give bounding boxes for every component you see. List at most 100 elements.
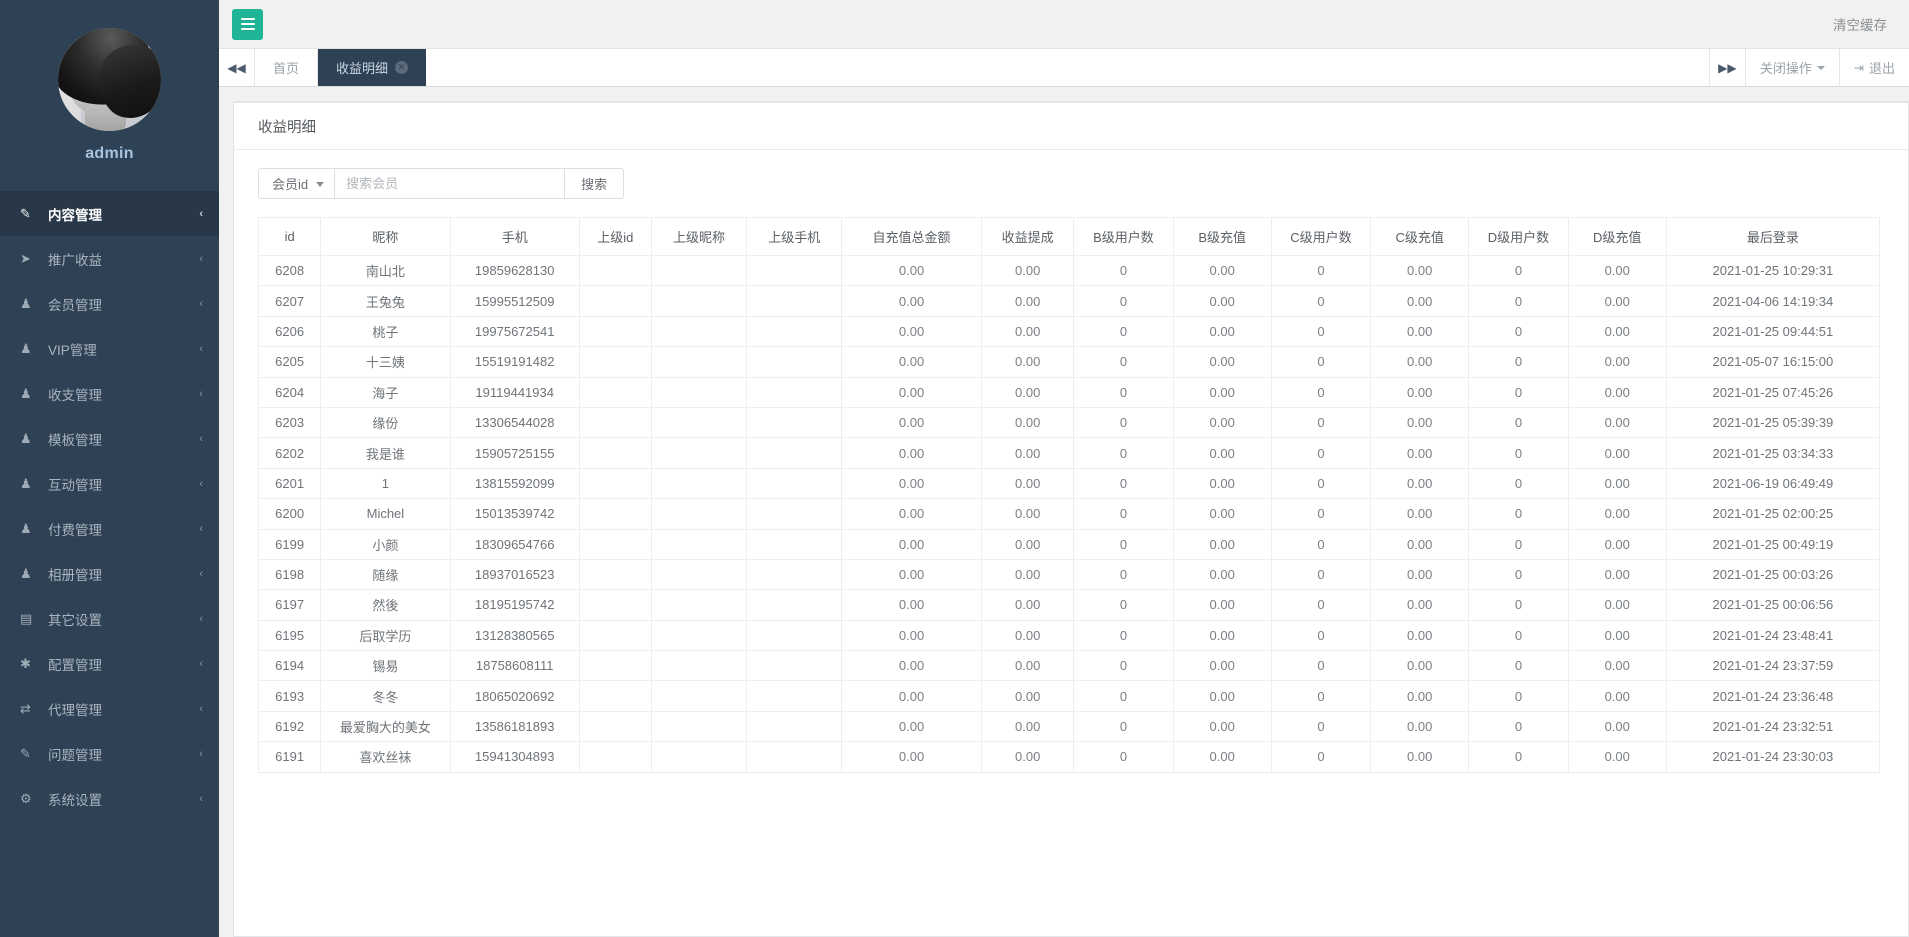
column-header-9: B级充值	[1173, 218, 1271, 256]
cell-15-11: 0.00	[1371, 711, 1469, 741]
sidebar-item-12[interactable]: ✎问题管理‹	[0, 731, 219, 776]
cell-8-8: 0	[1074, 499, 1173, 529]
cell-3-1: 十三姨	[321, 347, 450, 377]
cell-2-9: 0.00	[1173, 316, 1271, 346]
table-row[interactable]: 6200Michel150135397420.000.0000.0000.000…	[259, 499, 1880, 529]
cell-10-2: 18937016523	[450, 559, 579, 589]
cell-4-9: 0.00	[1173, 377, 1271, 407]
chevron-left-icon: ‹	[199, 793, 203, 805]
cell-0-12: 0	[1469, 256, 1568, 286]
sidebar-item-5[interactable]: ♟模板管理‹	[0, 416, 219, 461]
search-field-select[interactable]: 会员id	[258, 168, 334, 199]
sidebar-item-13[interactable]: ⚙系统设置‹	[0, 776, 219, 821]
table-row[interactable]: 6207王兔兔159955125090.000.0000.0000.0000.0…	[259, 286, 1880, 316]
cell-8-14: 2021-01-25 02:00:25	[1666, 499, 1879, 529]
table-row[interactable]: 6198随缘189370165230.000.0000.0000.0000.00…	[259, 559, 1880, 589]
cell-6-5	[747, 438, 842, 468]
chevron-left-icon: ‹	[199, 568, 203, 580]
cell-16-13: 0.00	[1568, 742, 1666, 772]
table-row[interactable]: 6193冬冬180650206920.000.0000.0000.0000.00…	[259, 681, 1880, 711]
cell-14-11: 0.00	[1371, 681, 1469, 711]
column-header-4: 上级昵称	[651, 218, 747, 256]
avatar[interactable]	[58, 28, 161, 131]
sidebar-profile: admin	[0, 0, 219, 163]
tab-close-icon[interactable]: ✕	[395, 61, 408, 74]
close-operations-dropdown[interactable]: 关闭操作	[1745, 49, 1839, 86]
table-header: id昵称手机上级id上级昵称上级手机自充值总金额收益提成B级用户数B级充值C级用…	[259, 218, 1880, 256]
tab-scroll-right-icon[interactable]: ▶▶	[1709, 49, 1745, 86]
sidebar-item-6[interactable]: ♟互动管理‹	[0, 461, 219, 506]
tab-1[interactable]: 收益明细✕	[318, 49, 426, 86]
sidebar-item-2[interactable]: ♟会员管理‹	[0, 281, 219, 326]
table-row[interactable]: 6195后取学历131283805650.000.0000.0000.0000.…	[259, 620, 1880, 650]
table-row[interactable]: 6192最爱胸大的美女135861818930.000.0000.0000.00…	[259, 711, 1880, 741]
cell-11-14: 2021-01-25 00:06:56	[1666, 590, 1879, 620]
table-row[interactable]: 6205十三姨155191914820.000.0000.0000.0000.0…	[259, 347, 1880, 377]
column-header-10: C级用户数	[1271, 218, 1370, 256]
cell-7-10: 0	[1271, 468, 1370, 498]
cell-14-3	[579, 681, 651, 711]
cell-0-1: 南山北	[321, 256, 450, 286]
cell-10-1: 随缘	[321, 559, 450, 589]
search-button[interactable]: 搜索	[564, 168, 624, 199]
hamburger-icon[interactable]	[232, 9, 263, 40]
table-row[interactable]: 6206桃子199756725410.000.0000.0000.0000.00…	[259, 316, 1880, 346]
search-input[interactable]	[334, 168, 564, 199]
table-row[interactable]: 6191喜欢丝袜159413048930.000.0000.0000.0000.…	[259, 742, 1880, 772]
table-row[interactable]: 6197然後181951957420.000.0000.0000.0000.00…	[259, 590, 1880, 620]
cell-16-9: 0.00	[1173, 742, 1271, 772]
cell-7-6: 0.00	[842, 468, 982, 498]
cell-10-3	[579, 559, 651, 589]
cell-15-6: 0.00	[842, 711, 982, 741]
cell-8-2: 15013539742	[450, 499, 579, 529]
chevron-left-icon: ‹	[199, 388, 203, 400]
cell-1-14: 2021-04-06 14:19:34	[1666, 286, 1879, 316]
sidebar-item-4[interactable]: ♟收支管理‹	[0, 371, 219, 416]
sidebar-item-9[interactable]: ▤其它设置‹	[0, 596, 219, 641]
sidebar-item-3[interactable]: ♟VIP管理‹	[0, 326, 219, 371]
cell-12-10: 0	[1271, 620, 1370, 650]
cell-14-2: 18065020692	[450, 681, 579, 711]
sidebar-item-label: 问题管理	[48, 744, 199, 764]
cell-16-8: 0	[1074, 742, 1173, 772]
cell-11-2: 18195195742	[450, 590, 579, 620]
cell-6-12: 0	[1469, 438, 1568, 468]
cell-5-5	[747, 407, 842, 437]
cell-14-12: 0	[1469, 681, 1568, 711]
cell-5-2: 13306544028	[450, 407, 579, 437]
sidebar-item-7[interactable]: ♟付费管理‹	[0, 506, 219, 551]
tab-0[interactable]: 首页	[255, 49, 318, 86]
cell-9-4	[651, 529, 747, 559]
cell-16-6: 0.00	[842, 742, 982, 772]
cell-16-7: 0.00	[982, 742, 1074, 772]
cell-3-12: 0	[1469, 347, 1568, 377]
cell-5-0: 6203	[259, 407, 321, 437]
cell-3-14: 2021-05-07 16:15:00	[1666, 347, 1879, 377]
cell-4-1: 海子	[321, 377, 450, 407]
cell-6-14: 2021-01-25 03:34:33	[1666, 438, 1879, 468]
table-row[interactable]: 6202我是谁159057251550.000.0000.0000.0000.0…	[259, 438, 1880, 468]
cell-13-2: 18758608111	[450, 651, 579, 681]
sidebar-item-10[interactable]: ✱配置管理‹	[0, 641, 219, 686]
cell-11-0: 6197	[259, 590, 321, 620]
clear-cache-button[interactable]: 清空缓存	[1833, 14, 1887, 34]
table-row[interactable]: 6194锡易187586081110.000.0000.0000.0000.00…	[259, 651, 1880, 681]
table-row[interactable]: 6203缘份133065440280.000.0000.0000.0000.00…	[259, 407, 1880, 437]
cell-3-6: 0.00	[842, 347, 982, 377]
table-scroll-container[interactable]: id昵称手机上级id上级昵称上级手机自充值总金额收益提成B级用户数B级充值C级用…	[258, 217, 1884, 773]
table-row[interactable]: 62011138155920990.000.0000.0000.0000.002…	[259, 468, 1880, 498]
cell-0-5	[747, 256, 842, 286]
table-row[interactable]: 6204海子191194419340.000.0000.0000.0000.00…	[259, 377, 1880, 407]
table-row[interactable]: 6199小颜183096547660.000.0000.0000.0000.00…	[259, 529, 1880, 559]
tab-scroll-left-icon[interactable]: ◀◀	[219, 49, 255, 86]
asterisk-icon: ✱	[20, 657, 40, 670]
cell-7-2: 13815592099	[450, 468, 579, 498]
cell-0-6: 0.00	[842, 256, 982, 286]
chevron-left-icon: ‹	[199, 253, 203, 265]
table-row[interactable]: 6208南山北198596281300.000.0000.0000.0000.0…	[259, 256, 1880, 286]
sidebar-item-1[interactable]: ➤推广收益‹	[0, 236, 219, 281]
sidebar-item-0[interactable]: ✎内容管理‹	[0, 191, 219, 236]
sidebar-item-8[interactable]: ♟相册管理‹	[0, 551, 219, 596]
sidebar-item-11[interactable]: ⇄代理管理‹	[0, 686, 219, 731]
logout-button[interactable]: ⇥ 退出	[1839, 49, 1909, 86]
